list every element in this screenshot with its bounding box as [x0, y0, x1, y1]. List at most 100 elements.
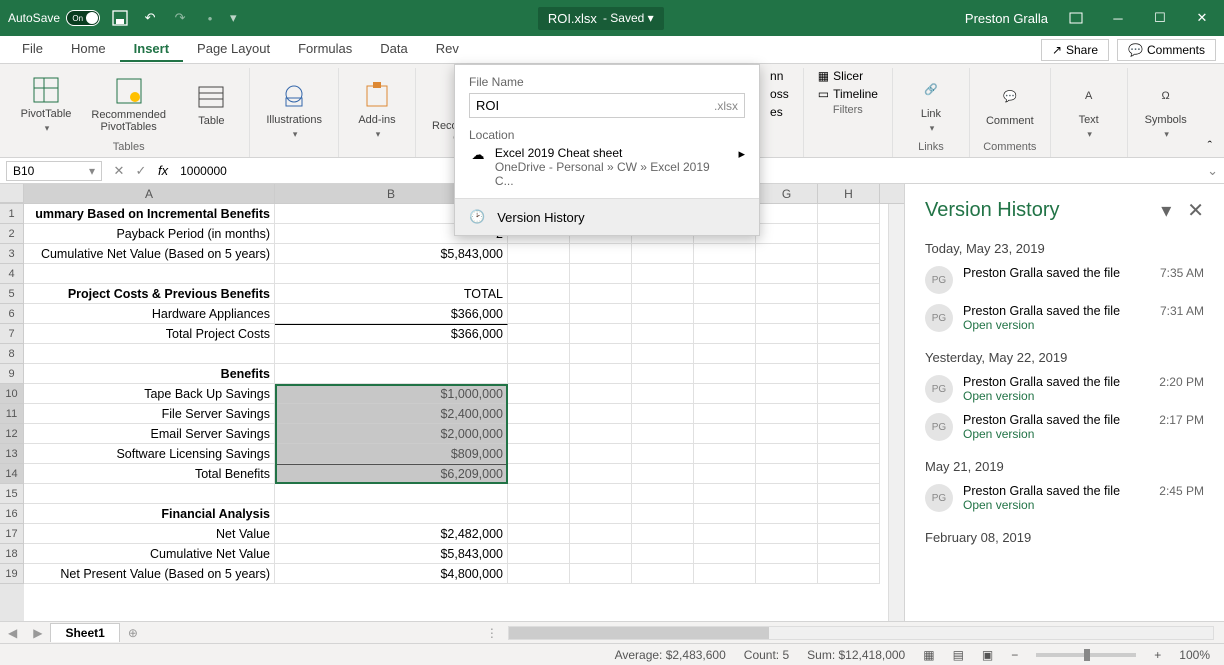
- cell[interactable]: [508, 504, 570, 524]
- sheet-nav-right[interactable]: ▶: [25, 626, 50, 640]
- cell[interactable]: [570, 304, 632, 324]
- cell[interactable]: [570, 484, 632, 504]
- cell[interactable]: [570, 344, 632, 364]
- spreadsheet-grid[interactable]: ABCDEFGH 12345678910111213141516171819 u…: [0, 184, 904, 621]
- illustrations-button[interactable]: Illustrations: [260, 68, 328, 151]
- close-button[interactable]: ✕: [1188, 6, 1216, 30]
- cell[interactable]: [694, 504, 756, 524]
- cell[interactable]: [694, 344, 756, 364]
- cell[interactable]: [694, 444, 756, 464]
- cell[interactable]: [570, 264, 632, 284]
- cell[interactable]: [508, 484, 570, 504]
- cell[interactable]: [632, 464, 694, 484]
- cell[interactable]: Project Costs & Previous Benefits: [24, 284, 275, 304]
- minimize-button[interactable]: ─: [1104, 6, 1132, 30]
- cell[interactable]: [275, 484, 508, 504]
- accept-formula-icon[interactable]: ✓: [130, 163, 152, 179]
- filename-input[interactable]: ROI.xlsx: [469, 93, 745, 118]
- cell[interactable]: $809,000: [275, 444, 508, 464]
- tab-formulas[interactable]: Formulas: [284, 37, 366, 62]
- tab-insert[interactable]: Insert: [120, 37, 183, 62]
- cell[interactable]: [756, 464, 818, 484]
- version-entry[interactable]: PGPreston Gralla saved the file7:35 AM: [925, 266, 1204, 294]
- open-version-link[interactable]: Open version: [963, 427, 1149, 441]
- cell[interactable]: [756, 424, 818, 444]
- cell[interactable]: [508, 344, 570, 364]
- comments-button[interactable]: 💬 Comments: [1117, 39, 1216, 61]
- column-header[interactable]: H: [818, 184, 880, 203]
- tab-data[interactable]: Data: [366, 37, 421, 62]
- cell[interactable]: Cumulative Net Value (Based on 5 years): [24, 244, 275, 264]
- cell[interactable]: [570, 324, 632, 344]
- cell[interactable]: [818, 324, 880, 344]
- cell[interactable]: [632, 244, 694, 264]
- cell[interactable]: Total Benefits: [24, 464, 275, 484]
- row-header[interactable]: 18: [0, 544, 24, 564]
- vertical-scrollbar[interactable]: [888, 204, 904, 621]
- add-sheet-button[interactable]: ⊕: [120, 626, 146, 640]
- cell[interactable]: [756, 504, 818, 524]
- cell[interactable]: [632, 484, 694, 504]
- cell[interactable]: [632, 424, 694, 444]
- cell[interactable]: $6,209,000: [275, 464, 508, 484]
- zoom-in-icon[interactable]: +: [1154, 648, 1161, 662]
- cell[interactable]: [756, 544, 818, 564]
- cell[interactable]: [570, 384, 632, 404]
- cell[interactable]: [508, 324, 570, 344]
- row-header[interactable]: 6: [0, 304, 24, 324]
- tab-rev[interactable]: Rev: [422, 37, 473, 62]
- version-entry[interactable]: PGPreston Gralla saved the fileOpen vers…: [925, 304, 1204, 332]
- cell[interactable]: [818, 244, 880, 264]
- maximize-button[interactable]: ☐: [1146, 6, 1174, 30]
- cell[interactable]: $366,000: [275, 324, 508, 344]
- cell[interactable]: $1,000,000: [275, 384, 508, 404]
- view-layout-icon[interactable]: ▤: [953, 648, 964, 662]
- cell[interactable]: [818, 364, 880, 384]
- fx-icon[interactable]: fx: [152, 163, 174, 178]
- panel-close-icon[interactable]: ✕: [1187, 198, 1204, 223]
- cell[interactable]: [632, 364, 694, 384]
- cell[interactable]: [508, 544, 570, 564]
- row-header[interactable]: 5: [0, 284, 24, 304]
- cell[interactable]: $2,000,000: [275, 424, 508, 444]
- cell[interactable]: ummary Based on Incremental Benefits: [24, 204, 275, 224]
- horizontal-scrollbar[interactable]: [508, 626, 1214, 640]
- cell[interactable]: [818, 504, 880, 524]
- cell[interactable]: [694, 284, 756, 304]
- cell[interactable]: [818, 204, 880, 224]
- cell[interactable]: [632, 524, 694, 544]
- cell[interactable]: [632, 304, 694, 324]
- cell[interactable]: Email Server Savings: [24, 424, 275, 444]
- comment-button[interactable]: 💬Comment: [980, 68, 1040, 139]
- cell[interactable]: Net Value: [24, 524, 275, 544]
- cell[interactable]: [632, 444, 694, 464]
- cell[interactable]: [694, 424, 756, 444]
- row-header[interactable]: 1: [0, 204, 24, 224]
- cell[interactable]: [508, 444, 570, 464]
- cell[interactable]: [818, 404, 880, 424]
- cell[interactable]: [570, 524, 632, 544]
- cell[interactable]: TOTAL: [275, 284, 508, 304]
- zoom-slider[interactable]: [1036, 653, 1136, 657]
- addins-button[interactable]: Add-ins: [349, 68, 405, 151]
- sheet-tab[interactable]: Sheet1: [50, 623, 119, 642]
- cell[interactable]: [694, 524, 756, 544]
- cell[interactable]: [756, 364, 818, 384]
- cell[interactable]: Benefits: [24, 364, 275, 384]
- cell[interactable]: [756, 204, 818, 224]
- cell[interactable]: [508, 264, 570, 284]
- cell[interactable]: [694, 264, 756, 284]
- cell[interactable]: [694, 564, 756, 584]
- recommended-pivottables-button[interactable]: Recommended PivotTables: [82, 68, 175, 139]
- cell[interactable]: [694, 364, 756, 384]
- cell[interactable]: [694, 544, 756, 564]
- cell[interactable]: Net Present Value (Based on 5 years): [24, 564, 275, 584]
- cell[interactable]: Software Licensing Savings: [24, 444, 275, 464]
- row-header[interactable]: 17: [0, 524, 24, 544]
- cell[interactable]: [818, 464, 880, 484]
- cell[interactable]: Cumulative Net Value: [24, 544, 275, 564]
- cell[interactable]: [508, 364, 570, 384]
- cell[interactable]: [570, 364, 632, 384]
- ribbon-display-icon[interactable]: [1062, 6, 1090, 30]
- cell[interactable]: [508, 304, 570, 324]
